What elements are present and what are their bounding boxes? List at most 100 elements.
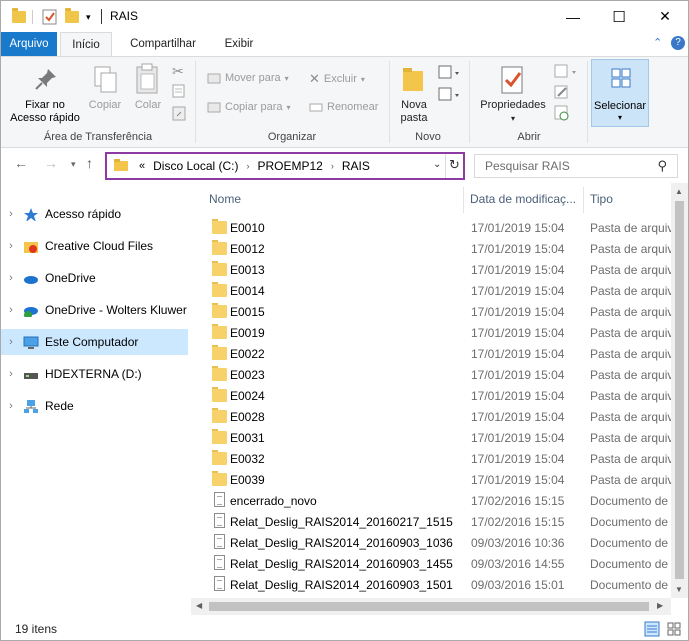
- navigation-pane: › Acesso rápido › Creative Cloud Files ›…: [1, 183, 191, 615]
- chevron-right-icon[interactable]: ›: [331, 161, 334, 171]
- history-icon[interactable]: [554, 105, 570, 124]
- chevron-right-icon[interactable]: ›: [1, 336, 21, 348]
- back-button[interactable]: ←: [14, 155, 28, 171]
- table-row[interactable]: E0019 17/01/2019 15:04 Pasta de arquivos: [191, 322, 671, 343]
- chevron-right-icon[interactable]: ›: [1, 272, 21, 284]
- chevron-right-icon[interactable]: ›: [1, 368, 21, 380]
- table-row[interactable]: E0022 17/01/2019 15:04 Pasta de arquivos: [191, 343, 671, 364]
- nav-item-creative-cloud[interactable]: › Creative Cloud Files: [1, 233, 188, 259]
- computer-icon: [23, 336, 39, 349]
- copy-button[interactable]: Copiar: [84, 99, 126, 112]
- nav-item-this-pc[interactable]: › Este Computador: [1, 329, 188, 355]
- close-button[interactable]: ✕: [642, 1, 688, 32]
- copy-path-icon[interactable]: [172, 84, 186, 101]
- horizontal-scrollbar[interactable]: ◀ ▶: [191, 598, 671, 615]
- folder-icon: [212, 387, 227, 402]
- nav-item-network[interactable]: › Rede: [1, 393, 188, 419]
- table-row[interactable]: encerrado_novo 17/02/2016 15:15 Documento …: [191, 490, 671, 511]
- open-icon[interactable]: [554, 63, 580, 82]
- up-button[interactable]: ↑: [86, 155, 93, 171]
- cut-icon[interactable]: ✂: [172, 63, 184, 80]
- properties-button[interactable]: Propriedades ▾: [475, 99, 551, 125]
- paste-shortcut-icon[interactable]: [172, 105, 186, 124]
- nav-item-onedrive-wk[interactable]: › OneDrive - Wolters Kluwer: [1, 297, 188, 323]
- chevron-right-icon[interactable]: ›: [1, 304, 21, 316]
- properties-qa-icon[interactable]: [42, 8, 58, 26]
- breadcrumb-item[interactable]: RAIS: [342, 159, 370, 173]
- chevron-right-icon[interactable]: ›: [1, 400, 21, 412]
- table-row[interactable]: Relat_Deslig_RAIS2014_20160217_1515 17/02…: [191, 511, 671, 532]
- help-icon[interactable]: ?: [671, 36, 685, 50]
- breadcrumb-item[interactable]: PROEMP12: [257, 159, 322, 173]
- scroll-right-icon[interactable]: ▶: [657, 601, 663, 610]
- file-date: 17/01/2019 15:04: [471, 452, 565, 466]
- horizontal-scroll-thumb[interactable]: [209, 602, 649, 611]
- maximize-button[interactable]: ☐: [596, 1, 642, 32]
- file-name: Relat_Deslig_RAIS2014_20160903_1455: [230, 557, 453, 571]
- new-folder-button[interactable]: Nova pasta: [394, 99, 434, 125]
- table-row[interactable]: E0024 17/01/2019 15:04 Pasta de arquivos: [191, 385, 671, 406]
- chevron-right-icon[interactable]: ›: [1, 240, 21, 252]
- rename-button[interactable]: Renomear: [309, 100, 378, 114]
- column-header-type[interactable]: Tipo: [590, 183, 613, 215]
- table-row[interactable]: E0013 17/01/2019 15:04 Pasta de arquivos: [191, 259, 671, 280]
- nav-item-quick-access[interactable]: › Acesso rápido: [1, 201, 188, 227]
- table-row[interactable]: Relat_Deslig_RAIS2014_20160903_1455 09/03…: [191, 553, 671, 574]
- search-icon[interactable]: ⚲: [657, 158, 667, 174]
- minimize-button[interactable]: —: [550, 1, 596, 32]
- table-row[interactable]: E0012 17/01/2019 15:04 Pasta de arquivos: [191, 238, 671, 259]
- tab-home[interactable]: Início: [60, 32, 112, 56]
- new-folder-qa-icon[interactable]: [65, 8, 79, 26]
- easy-access-icon[interactable]: [438, 86, 462, 105]
- scroll-up-icon[interactable]: ▲: [675, 187, 683, 196]
- large-icons-view-icon[interactable]: [666, 621, 682, 640]
- qa-dropdown-icon[interactable]: ▾: [86, 8, 91, 26]
- file-date: 17/01/2019 15:04: [471, 221, 565, 235]
- column-header-name[interactable]: Nome: [209, 183, 241, 215]
- table-row[interactable]: E0028 17/01/2019 15:04 Pasta de arquivos: [191, 406, 671, 427]
- recent-dropdown-icon[interactable]: ▾: [71, 159, 76, 170]
- delete-button[interactable]: ✕ Excluir ▾: [309, 71, 365, 87]
- chevron-right-icon[interactable]: ›: [246, 161, 249, 171]
- nav-item-onedrive[interactable]: › OneDrive: [1, 265, 188, 291]
- table-row[interactable]: E0031 17/01/2019 15:04 Pasta de arquivos: [191, 427, 671, 448]
- scroll-left-icon[interactable]: ◀: [196, 601, 202, 610]
- nav-item-external-drive[interactable]: › HDEXTERNA (D:): [1, 361, 188, 387]
- table-row[interactable]: Relat_Deslig_RAIS2014_20160903_1036 09/03…: [191, 532, 671, 553]
- table-row[interactable]: E0014 17/01/2019 15:04 Pasta de arquivos: [191, 280, 671, 301]
- details-view-icon[interactable]: [644, 621, 660, 640]
- paste-icon: [135, 63, 161, 98]
- collapse-ribbon-icon[interactable]: ⌃: [653, 36, 662, 49]
- tab-share[interactable]: Compartilhar: [121, 32, 205, 56]
- move-to-button[interactable]: Mover para ▾: [207, 71, 289, 85]
- new-item-icon[interactable]: [438, 64, 462, 83]
- file-type: Pasta de arquivos: [590, 242, 671, 256]
- table-row[interactable]: Relat_Deslig_RAIS2014_20160903_1501 09/03…: [191, 574, 671, 595]
- breadcrumb-overflow[interactable]: «: [139, 160, 145, 172]
- edit-icon[interactable]: [554, 84, 570, 103]
- vertical-scrollbar[interactable]: ▲ ▼: [671, 183, 688, 598]
- address-bar[interactable]: « Disco Local (C:) › PROEMP12 › RAIS ⌄ ↻: [105, 152, 465, 180]
- chevron-right-icon[interactable]: ›: [1, 208, 21, 220]
- paste-button[interactable]: Colar: [128, 99, 168, 112]
- refresh-icon[interactable]: ↻: [449, 157, 460, 173]
- file-name: E0032: [230, 452, 265, 466]
- table-row[interactable]: E0015 17/01/2019 15:04 Pasta de arquivos: [191, 301, 671, 322]
- copy-to-icon: [207, 102, 221, 113]
- search-input[interactable]: Pesquisar RAIS ⚲: [474, 154, 678, 178]
- table-row[interactable]: E0039 17/01/2019 15:04 Pasta de arquivos: [191, 469, 671, 490]
- tab-view[interactable]: Exibir: [213, 32, 265, 56]
- column-header-date[interactable]: Data de modificaç...: [470, 183, 576, 215]
- address-dropdown-icon[interactable]: ⌄: [433, 159, 441, 170]
- copy-to-button[interactable]: Copiar para ▾: [207, 100, 291, 114]
- vertical-scroll-thumb[interactable]: [675, 201, 684, 579]
- table-row[interactable]: E0010 17/01/2019 15:04 Pasta de arquivos: [191, 217, 671, 238]
- select-button[interactable]: Selecionar ▾: [591, 59, 649, 127]
- pin-quick-access-button[interactable]: Fixar no Acesso rápido: [7, 99, 83, 125]
- forward-button[interactable]: →: [44, 155, 58, 171]
- table-row[interactable]: E0023 17/01/2019 15:04 Pasta de arquivos: [191, 364, 671, 385]
- tab-file[interactable]: Arquivo: [1, 32, 57, 56]
- scroll-down-icon[interactable]: ▼: [675, 585, 683, 594]
- table-row[interactable]: E0032 17/01/2019 15:04 Pasta de arquivos: [191, 448, 671, 469]
- breadcrumb-item[interactable]: Disco Local (C:): [153, 159, 238, 173]
